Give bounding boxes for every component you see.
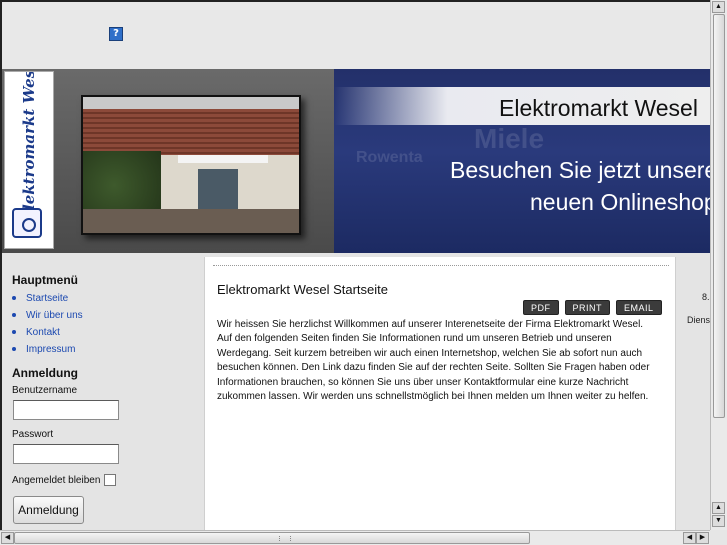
scroll-right-button[interactable]: ▶ [696,532,709,544]
header-banner[interactable]: Miele Rowenta Elektromarkt Wesel Besuche… [334,69,710,253]
main-content: Elektromarkt Wesel Startseite PDF PRINT … [204,257,676,530]
banner-ghost-word: Miele [474,123,545,154]
scroll-up-button[interactable]: ▲ [712,1,725,13]
menu-item-kontakt[interactable]: Kontakt [12,327,60,338]
page-title: Elektromarkt Wesel Startseite [217,282,388,297]
email-button[interactable]: EMAIL [616,300,662,315]
right-column-text: 8.3 [702,292,710,302]
password-label: Passwort [12,429,54,440]
vertical-scrollbar[interactable]: ▲ ▲ ▼ [710,0,727,530]
print-button[interactable]: PRINT [564,300,610,315]
right-column: 8.3 Dienst [678,257,710,530]
header-left-panel: Elektromarkt Wesel [2,69,334,253]
article-actions: PDF PRINT EMAIL [523,300,662,315]
menu-item-impressum[interactable]: Impressum [12,344,75,355]
password-input[interactable] [13,444,119,464]
menu-item-wir-ueber-uns[interactable]: Wir über uns [12,310,83,321]
main-menu-heading: Hauptmenü [12,273,78,287]
browser-viewport: ? Elektromarkt Wesel Miele Rowenta Elekt… [0,0,710,530]
dotted-divider [213,265,669,266]
site-header: Elektromarkt Wesel Miele Rowenta Elektro… [2,69,710,253]
remember-me-label: Angemeldet bleiben [12,475,101,486]
right-column-text: Dienst [687,315,710,325]
scroll-down-button[interactable]: ▼ [712,515,725,527]
horizontal-scrollbar[interactable]: ◀ ◀ ▶ [0,530,710,545]
username-label: Benutzername [12,385,78,396]
banner-title: Elektromarkt Wesel [499,95,698,121]
site-logo[interactable]: Elektromarkt Wesel [4,71,54,249]
username-input[interactable] [13,400,119,420]
login-heading: Anmeldung [12,366,78,380]
article-body: Wir heissen Sie herzlichst Willkommen au… [217,319,650,403]
broken-image-icon[interactable]: ? [109,27,123,41]
top-strip: ? [2,2,710,69]
socket-icon [12,208,42,238]
scroll-up-button[interactable]: ▲ [712,502,725,514]
menu-item-startseite[interactable]: Startseite [12,293,68,304]
logo-text: Elektromarkt Wesel [20,71,38,222]
pdf-button[interactable]: PDF [523,300,559,315]
horizontal-scroll-thumb[interactable] [14,532,530,544]
banner-ghost-word: Rowenta [356,149,423,166]
login-button[interactable]: Anmeldung [13,496,84,524]
banner-line-2: neuen Onlineshop [530,189,710,215]
remember-me-checkbox[interactable] [104,474,116,486]
scroll-left-button[interactable]: ◀ [1,532,14,544]
vertical-scroll-thumb[interactable] [713,14,725,418]
store-photo [81,95,301,235]
scrollbar-corner [710,530,727,545]
scroll-left-button[interactable]: ◀ [683,532,696,544]
sidebar: Hauptmenü Startseite Wir über uns Kontak… [2,257,202,530]
banner-line-1: Besuchen Sie jetzt unseren [450,157,710,183]
